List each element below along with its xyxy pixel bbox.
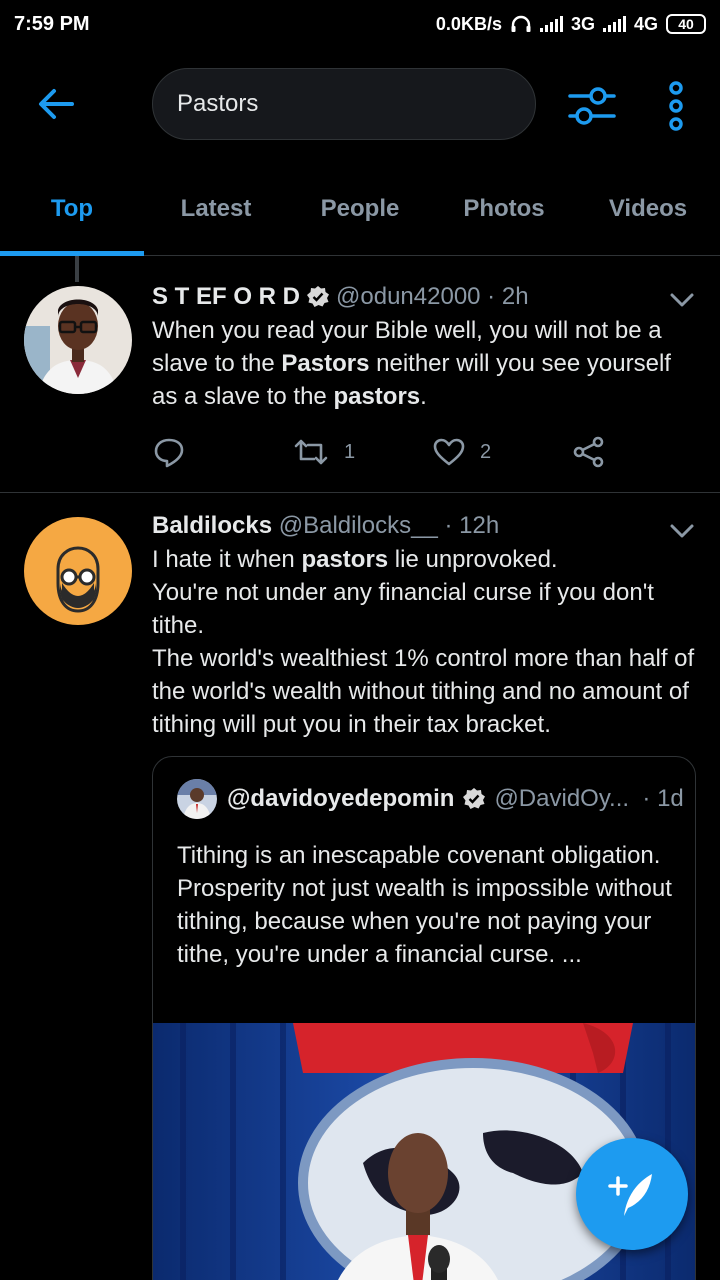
separator-dot: · xyxy=(437,512,460,539)
text-segment: . xyxy=(420,383,427,410)
profile-photo-icon xyxy=(24,286,132,394)
display-name[interactable]: Baldilocks xyxy=(152,511,272,541)
network-3g: 3G xyxy=(570,13,595,34)
text-segment: lie unprovoked. xyxy=(388,546,558,573)
like-count: 2 xyxy=(480,440,492,463)
quote-avatar[interactable] xyxy=(177,779,217,819)
quote-display-name[interactable]: @davidoyedepomin xyxy=(227,785,454,813)
tab-top[interactable]: Top xyxy=(0,180,144,256)
verified-badge-icon xyxy=(307,286,330,307)
heart-icon xyxy=(433,438,465,466)
search-query: Pastors xyxy=(177,90,259,117)
highlighted-keyword: Pastors xyxy=(281,350,370,377)
separator-dot: · xyxy=(480,283,502,310)
share-button[interactable] xyxy=(572,435,606,469)
status-time: 7:59 PM xyxy=(14,12,90,35)
more-options-button[interactable] xyxy=(656,80,696,132)
tweet-text: I hate it when pastors lie unprovoked. Y… xyxy=(152,543,702,741)
more-vertical-icon xyxy=(669,81,683,131)
tweet[interactable]: S T EF O R D @odun42000 · 2h When you re… xyxy=(0,256,720,492)
feather-plus-icon xyxy=(608,1174,652,1216)
share-icon xyxy=(573,436,604,468)
sliders-icon xyxy=(568,87,616,125)
avatar[interactable] xyxy=(24,286,132,394)
net-speed: 0.0KB/s xyxy=(435,13,502,34)
chevron-down-icon[interactable] xyxy=(668,521,696,541)
tweet-time: 12h xyxy=(459,512,500,539)
text-line: You're not under any financial curse if … xyxy=(152,579,654,639)
tweet-text: When you read your Bible well, you will … xyxy=(152,314,702,413)
highlighted-keyword: pastors xyxy=(301,546,389,573)
retweet-count: 1 xyxy=(344,440,356,463)
verified-badge-icon xyxy=(463,788,486,809)
status-indicators: 0.0KB/s 3G 4G 40 xyxy=(436,14,706,35)
tab-videos[interactable]: Videos xyxy=(576,180,720,255)
search-filter-button[interactable] xyxy=(566,80,618,132)
profile-photo-icon xyxy=(177,779,217,819)
tab-latest[interactable]: Latest xyxy=(144,180,288,255)
search-header: Pastors xyxy=(0,60,720,150)
quote-handle[interactable]: @DavidOy... xyxy=(494,785,629,813)
text-segment: I hate it when xyxy=(152,546,302,573)
text-line: The world's wealthiest 1% control more t… xyxy=(152,645,695,738)
quote-text: Tithing is an inescapable covenant oblig… xyxy=(177,842,672,968)
tweet-time: 2h xyxy=(501,283,529,310)
tab-people[interactable]: People xyxy=(288,180,432,255)
highlighted-keyword: pastors xyxy=(333,383,421,410)
arrow-left-icon xyxy=(39,89,74,119)
display-name[interactable]: S T EF O R D xyxy=(152,282,300,312)
tab-photos[interactable]: Photos xyxy=(432,180,576,255)
tweet-actions: 1 2 xyxy=(152,432,632,472)
status-bar: 7:59 PM 0.0KB/s 3G 4G 40 xyxy=(0,0,720,48)
quote-time: 1d xyxy=(657,785,684,812)
chevron-down-icon[interactable] xyxy=(668,290,696,310)
headphones-icon xyxy=(511,15,531,32)
user-handle[interactable]: @Baldilocks__ xyxy=(279,511,438,541)
retweet-icon xyxy=(294,439,328,465)
reply-icon xyxy=(154,438,184,468)
user-handle[interactable]: @odun42000 xyxy=(336,282,481,312)
text-line: I hate it when pastors lie unprovoked. xyxy=(152,543,702,576)
signal-icon xyxy=(539,16,563,32)
retweet-button[interactable]: 1 xyxy=(292,437,432,467)
like-button[interactable]: 2 xyxy=(432,437,572,467)
separator-dot: · xyxy=(629,785,658,812)
compose-tweet-button[interactable] xyxy=(576,1138,688,1250)
search-input[interactable]: Pastors xyxy=(152,68,536,140)
avatar[interactable] xyxy=(24,517,132,625)
battery-icon: 40 xyxy=(666,14,706,34)
search-tabs: Top Latest People Photos Videos xyxy=(0,180,720,256)
signal-icon xyxy=(602,16,626,32)
back-button[interactable] xyxy=(32,82,80,126)
network-4g: 4G xyxy=(633,13,658,34)
bald-man-illustration-icon xyxy=(24,517,132,625)
reply-button[interactable] xyxy=(152,435,292,469)
